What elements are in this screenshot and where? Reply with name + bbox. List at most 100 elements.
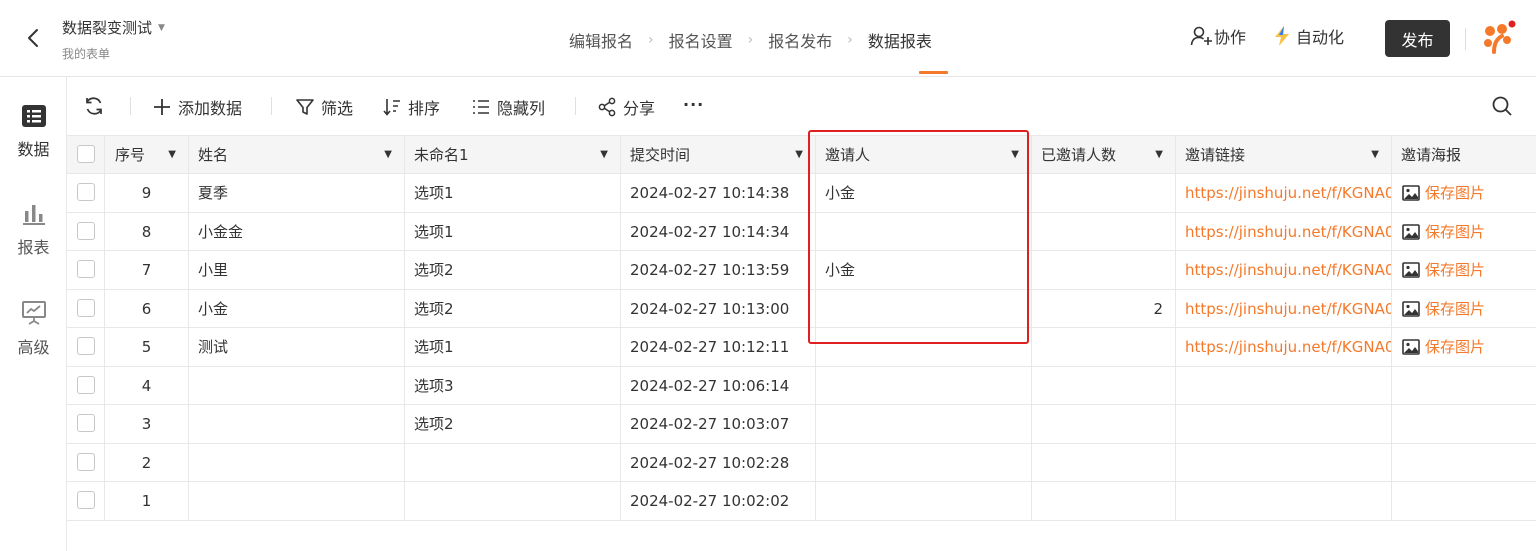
active-step-indicator: [919, 71, 948, 74]
column-header-time[interactable]: 提交时间 ▼: [621, 136, 816, 174]
column-header-unnamed[interactable]: 未命名1 ▼: [405, 136, 621, 174]
more-button[interactable]: ···: [683, 95, 704, 114]
column-header-name[interactable]: 姓名 ▼: [189, 136, 405, 174]
chevron-right-icon: ›: [747, 32, 754, 48]
save-image-link[interactable]: 保存图片: [1392, 251, 1536, 289]
select-all-checkbox[interactable]: [77, 145, 95, 163]
sidebar-item-report[interactable]: 报表: [0, 202, 67, 258]
publish-button[interactable]: 发布: [1385, 20, 1450, 57]
column-header-seq[interactable]: 序号 ▼: [105, 136, 189, 174]
dropdown-arrow-icon[interactable]: ▼: [1371, 136, 1379, 174]
save-image-link[interactable]: 保存图片: [1392, 290, 1536, 328]
row-checkbox[interactable]: [77, 414, 95, 432]
save-image-label: 保存图片: [1425, 222, 1486, 241]
row-select-cell: [67, 174, 105, 212]
row-checkbox[interactable]: [77, 221, 95, 240]
dropdown-arrow-icon[interactable]: ▼: [600, 136, 608, 174]
table-row[interactable]: 5 测试 选项1 2024-02-27 10:12:11 https://jinshuj…: [67, 328, 1536, 367]
poster-cell: [1392, 444, 1536, 482]
form-title[interactable]: 数据裂变测试 ▼: [62, 17, 165, 38]
column-header-invited-count[interactable]: 已邀请人数 ▼: [1032, 136, 1176, 174]
automation-label: 自动化: [1296, 28, 1345, 47]
time-cell: 2024-02-27 10:02:28: [621, 443, 816, 482]
row-select-cell: [67, 443, 105, 482]
dropdown-arrow-icon[interactable]: ▼: [168, 136, 176, 174]
refresh-button[interactable]: [83, 95, 111, 117]
filter-label: 筛选: [321, 99, 354, 118]
save-image-link[interactable]: 保存图片: [1392, 174, 1536, 212]
seq-cell: 4: [105, 366, 189, 405]
inviter-cell: [816, 328, 1032, 366]
hide-columns-button[interactable]: 隐藏列: [471, 95, 545, 119]
time-cell: 2024-02-27 10:06:14: [621, 366, 816, 405]
table-row[interactable]: 2 2024-02-27 10:02:28: [67, 443, 1536, 482]
column-header-label: 已邀请人数: [1041, 146, 1117, 164]
filter-icon: [296, 99, 314, 115]
step-report[interactable]: 数据报表: [859, 28, 941, 52]
dropdown-arrow-icon[interactable]: ▼: [1011, 136, 1019, 174]
avatar[interactable]: [1478, 18, 1518, 58]
poster-cell: [1392, 367, 1536, 405]
sidebar-item-label: 报表: [17, 238, 50, 257]
column-header-inviter[interactable]: 邀请人 ▼: [816, 136, 1032, 174]
share-icon: [598, 97, 616, 117]
table-row[interactable]: 9 夏季 选项1 2024-02-27 10:14:38 小金 https://jinsh…: [67, 174, 1536, 213]
invite-link-cell: [1176, 405, 1392, 443]
column-header-poster[interactable]: 邀请海报: [1392, 136, 1536, 174]
table-row[interactable]: 3 选项2 2024-02-27 10:03:07: [67, 405, 1536, 444]
column-header-invite-link[interactable]: 邀请链接 ▼: [1176, 136, 1392, 174]
dropdown-arrow-icon[interactable]: ▼: [795, 136, 803, 174]
row-checkbox[interactable]: [77, 375, 95, 394]
poster-cell: 保存图片: [1392, 174, 1536, 212]
option-cell: 选项1: [405, 212, 621, 251]
invite-link-cell[interactable]: https://jinshuju.net/f/KGNA0: [1176, 328, 1392, 366]
table-row[interactable]: 6 小金 选项2 2024-02-27 10:13:00 2 https://jinshu…: [67, 289, 1536, 328]
dropdown-arrow-icon[interactable]: ▼: [384, 136, 392, 174]
save-image-link[interactable]: 保存图片: [1392, 213, 1536, 251]
poster-cell: [1392, 482, 1536, 520]
table-row[interactable]: 7 小里 选项2 2024-02-27 10:13:59 小金 https://jinsh…: [67, 251, 1536, 290]
name-cell: 小里: [189, 251, 405, 289]
row-checkbox[interactable]: [77, 452, 95, 471]
save-image-label: 保存图片: [1425, 184, 1486, 202]
invite-link-cell[interactable]: https://jinshuju.net/f/KGNA0: [1176, 174, 1392, 212]
seq-cell: 1: [105, 482, 189, 520]
sidebar-item-data[interactable]: 数据: [0, 104, 67, 160]
sidebar-item-advanced[interactable]: 高级: [0, 300, 67, 358]
invite-link-cell[interactable]: https://jinshuju.net/f/KGNA0: [1176, 251, 1392, 289]
step-settings[interactable]: 报名设置: [660, 28, 742, 52]
back-arrow-icon[interactable]: [22, 26, 44, 50]
table-row[interactable]: 1 2024-02-27 10:02:02: [67, 482, 1536, 521]
collab-button[interactable]: 协作: [1190, 24, 1246, 48]
filter-button[interactable]: 筛选: [295, 95, 353, 119]
invited-count-cell: [1032, 405, 1176, 443]
row-select-cell: [67, 289, 105, 328]
divider: [130, 97, 131, 115]
row-checkbox[interactable]: [77, 260, 95, 278]
row-checkbox[interactable]: [77, 491, 95, 509]
image-icon: [1402, 339, 1420, 355]
dropdown-arrow-icon[interactable]: ▼: [1155, 136, 1163, 174]
invite-link-cell[interactable]: https://jinshuju.net/f/KGNA0: [1176, 212, 1392, 251]
row-checkbox[interactable]: [77, 298, 95, 317]
share-label: 分享: [623, 99, 656, 118]
column-header-label: 未命名1: [414, 146, 469, 164]
row-checkbox[interactable]: [77, 183, 95, 201]
table-row[interactable]: 8 小金金 选项1 2024-02-27 10:14:34 https://jinshu…: [67, 212, 1536, 251]
search-button[interactable]: [1491, 95, 1519, 117]
table-row[interactable]: 4 选项3 2024-02-27 10:06:14: [67, 366, 1536, 405]
automation-button[interactable]: 自动化: [1272, 24, 1344, 48]
inviter-cell: [816, 443, 1032, 482]
add-data-button[interactable]: 添加数据: [152, 95, 242, 119]
row-checkbox[interactable]: [77, 337, 95, 355]
seq-cell: 7: [105, 251, 189, 289]
sort-button[interactable]: 排序: [382, 95, 440, 119]
form-subtitle[interactable]: 我的表单: [62, 45, 110, 62]
invite-link-cell[interactable]: https://jinshuju.net/f/KGNA0: [1176, 289, 1392, 328]
step-edit[interactable]: 编辑报名: [560, 28, 642, 52]
save-image-link[interactable]: 保存图片: [1392, 328, 1536, 366]
step-publish[interactable]: 报名发布: [759, 28, 841, 52]
share-button[interactable]: 分享: [597, 95, 655, 119]
caret-down-icon[interactable]: ▼: [158, 23, 165, 33]
save-image-label: 保存图片: [1425, 338, 1486, 356]
